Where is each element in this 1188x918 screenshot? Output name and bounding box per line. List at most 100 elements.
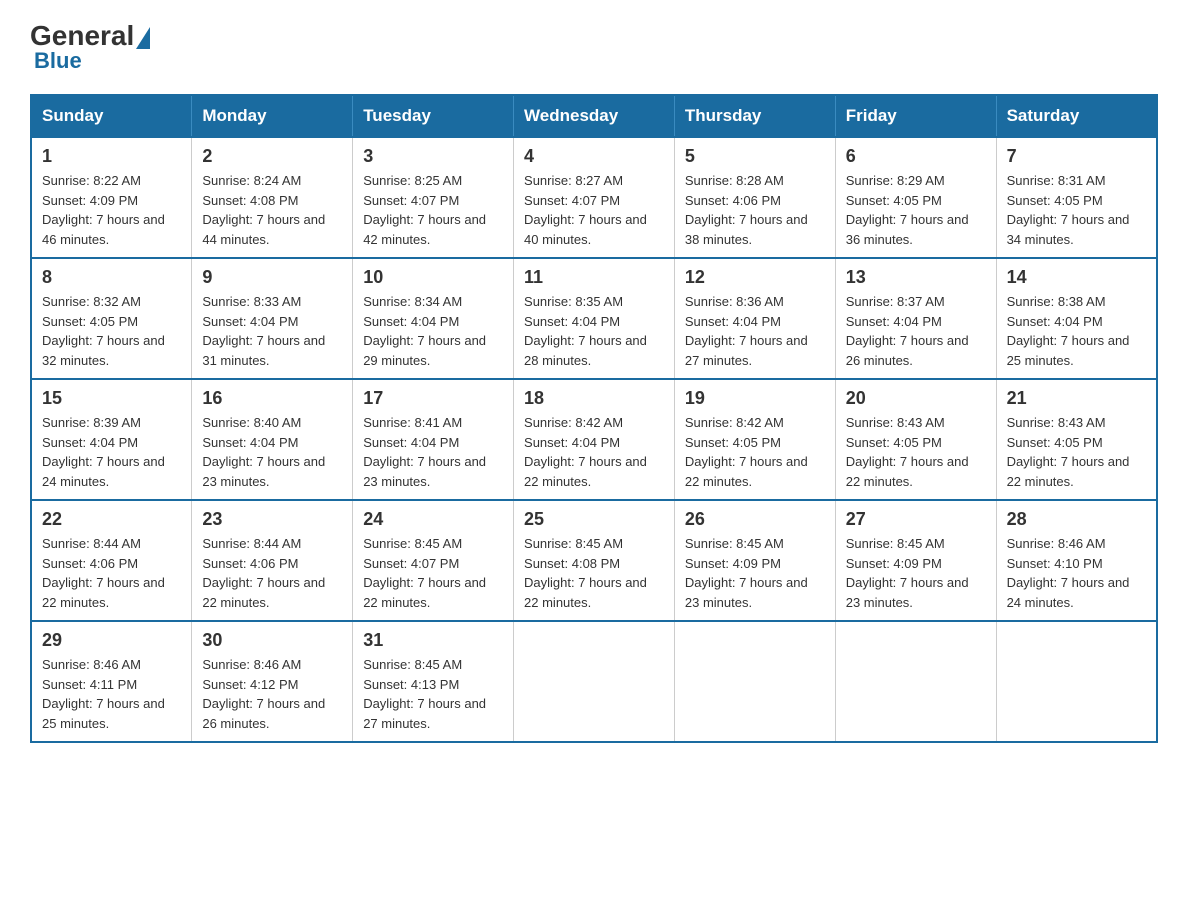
day-number: 6 — [846, 146, 986, 167]
day-info: Sunrise: 8:34 AMSunset: 4:04 PMDaylight:… — [363, 292, 503, 370]
weekday-header-row: SundayMondayTuesdayWednesdayThursdayFrid… — [31, 95, 1157, 137]
calendar-cell: 11 Sunrise: 8:35 AMSunset: 4:04 PMDayligh… — [514, 258, 675, 379]
calendar-cell: 13Sunrise: 8:37 AMSunset: 4:04 PMDayligh… — [835, 258, 996, 379]
day-info: Sunrise: 8:41 AMSunset: 4:04 PMDaylight:… — [363, 413, 503, 491]
day-number: 1 — [42, 146, 181, 167]
day-info: Sunrise: 8:45 AMSunset: 4:13 PMDaylight:… — [363, 655, 503, 733]
calendar-body: 1 Sunrise: 8:22 AMSunset: 4:09 PMDaylight… — [31, 137, 1157, 742]
calendar-cell — [674, 621, 835, 742]
calendar-cell: 6 Sunrise: 8:29 AMSunset: 4:05 PMDaylight… — [835, 137, 996, 258]
calendar-cell: 16 Sunrise: 8:40 AMSunset: 4:04 PMDayligh… — [192, 379, 353, 500]
calendar-cell: 30Sunrise: 8:46 AMSunset: 4:12 PMDayligh… — [192, 621, 353, 742]
calendar-cell: 15 Sunrise: 8:39 AMSunset: 4:04 PMDayligh… — [31, 379, 192, 500]
day-info: Sunrise: 8:28 AMSunset: 4:06 PMDaylight:… — [685, 171, 825, 249]
calendar-cell: 28 Sunrise: 8:46 AMSunset: 4:10 PMDayligh… — [996, 500, 1157, 621]
calendar-cell: 8 Sunrise: 8:32 AMSunset: 4:05 PMDaylight… — [31, 258, 192, 379]
day-info: Sunrise: 8:25 AMSunset: 4:07 PMDaylight:… — [363, 171, 503, 249]
day-info: Sunrise: 8:42 AMSunset: 4:04 PMDaylight:… — [524, 413, 664, 491]
day-number: 30 — [202, 630, 342, 651]
day-number: 2 — [202, 146, 342, 167]
logo-blue-text: Blue — [34, 48, 82, 74]
day-number: 8 — [42, 267, 181, 288]
weekday-header-friday: Friday — [835, 95, 996, 137]
day-info: Sunrise: 8:33 AMSunset: 4:04 PMDaylight:… — [202, 292, 342, 370]
day-info: Sunrise: 8:42 AMSunset: 4:05 PMDaylight:… — [685, 413, 825, 491]
calendar-cell: 14 Sunrise: 8:38 AMSunset: 4:04 PMDayligh… — [996, 258, 1157, 379]
day-number: 29 — [42, 630, 181, 651]
day-number: 17 — [363, 388, 503, 409]
day-number: 23 — [202, 509, 342, 530]
calendar-cell: 26Sunrise: 8:45 AMSunset: 4:09 PMDayligh… — [674, 500, 835, 621]
calendar-cell: 29 Sunrise: 8:46 AMSunset: 4:11 PMDayligh… — [31, 621, 192, 742]
day-info: Sunrise: 8:37 AMSunset: 4:04 PMDaylight:… — [846, 292, 986, 370]
day-number: 25 — [524, 509, 664, 530]
day-number: 10 — [363, 267, 503, 288]
day-number: 21 — [1007, 388, 1146, 409]
calendar-cell: 22Sunrise: 8:44 AMSunset: 4:06 PMDayligh… — [31, 500, 192, 621]
day-number: 16 — [202, 388, 342, 409]
calendar-cell: 2 Sunrise: 8:24 AMSunset: 4:08 PMDaylight… — [192, 137, 353, 258]
calendar-cell: 23Sunrise: 8:44 AMSunset: 4:06 PMDayligh… — [192, 500, 353, 621]
calendar-cell — [514, 621, 675, 742]
day-info: Sunrise: 8:40 AMSunset: 4:04 PMDaylight:… — [202, 413, 342, 491]
calendar-cell: 10 Sunrise: 8:34 AMSunset: 4:04 PMDayligh… — [353, 258, 514, 379]
weekday-header-tuesday: Tuesday — [353, 95, 514, 137]
day-number: 31 — [363, 630, 503, 651]
day-info: Sunrise: 8:39 AMSunset: 4:04 PMDaylight:… — [42, 413, 181, 491]
calendar-cell: 1 Sunrise: 8:22 AMSunset: 4:09 PMDaylight… — [31, 137, 192, 258]
calendar-table: SundayMondayTuesdayWednesdayThursdayFrid… — [30, 94, 1158, 743]
day-number: 14 — [1007, 267, 1146, 288]
day-info: Sunrise: 8:36 AMSunset: 4:04 PMDaylight:… — [685, 292, 825, 370]
weekday-header-wednesday: Wednesday — [514, 95, 675, 137]
calendar-cell: 9 Sunrise: 8:33 AMSunset: 4:04 PMDaylight… — [192, 258, 353, 379]
calendar-cell: 20Sunrise: 8:43 AMSunset: 4:05 PMDayligh… — [835, 379, 996, 500]
day-number: 4 — [524, 146, 664, 167]
day-number: 22 — [42, 509, 181, 530]
day-number: 9 — [202, 267, 342, 288]
day-info: Sunrise: 8:45 AMSunset: 4:07 PMDaylight:… — [363, 534, 503, 612]
weekday-header-monday: Monday — [192, 95, 353, 137]
calendar-cell: 19 Sunrise: 8:42 AMSunset: 4:05 PMDayligh… — [674, 379, 835, 500]
day-number: 19 — [685, 388, 825, 409]
day-info: Sunrise: 8:24 AMSunset: 4:08 PMDaylight:… — [202, 171, 342, 249]
day-number: 24 — [363, 509, 503, 530]
day-info: Sunrise: 8:45 AMSunset: 4:09 PMDaylight:… — [846, 534, 986, 612]
day-info: Sunrise: 8:29 AMSunset: 4:05 PMDaylight:… — [846, 171, 986, 249]
day-number: 12 — [685, 267, 825, 288]
calendar-cell: 18 Sunrise: 8:42 AMSunset: 4:04 PMDayligh… — [514, 379, 675, 500]
day-number: 28 — [1007, 509, 1146, 530]
calendar-cell: 17 Sunrise: 8:41 AMSunset: 4:04 PMDayligh… — [353, 379, 514, 500]
calendar-cell: 27Sunrise: 8:45 AMSunset: 4:09 PMDayligh… — [835, 500, 996, 621]
calendar-cell: 4Sunrise: 8:27 AMSunset: 4:07 PMDaylight… — [514, 137, 675, 258]
calendar-cell: 12 Sunrise: 8:36 AMSunset: 4:04 PMDayligh… — [674, 258, 835, 379]
day-info: Sunrise: 8:43 AMSunset: 4:05 PMDaylight:… — [1007, 413, 1146, 491]
day-info: Sunrise: 8:22 AMSunset: 4:09 PMDaylight:… — [42, 171, 181, 249]
day-info: Sunrise: 8:46 AMSunset: 4:11 PMDaylight:… — [42, 655, 181, 733]
calendar-week-5: 29 Sunrise: 8:46 AMSunset: 4:11 PMDayligh… — [31, 621, 1157, 742]
day-number: 3 — [363, 146, 503, 167]
day-number: 15 — [42, 388, 181, 409]
weekday-header-thursday: Thursday — [674, 95, 835, 137]
calendar-header: SundayMondayTuesdayWednesdayThursdayFrid… — [31, 95, 1157, 137]
day-number: 5 — [685, 146, 825, 167]
day-info: Sunrise: 8:35 AMSunset: 4:04 PMDaylight:… — [524, 292, 664, 370]
day-number: 18 — [524, 388, 664, 409]
calendar-week-3: 15 Sunrise: 8:39 AMSunset: 4:04 PMDayligh… — [31, 379, 1157, 500]
weekday-header-sunday: Sunday — [31, 95, 192, 137]
day-number: 26 — [685, 509, 825, 530]
calendar-cell: 21 Sunrise: 8:43 AMSunset: 4:05 PMDayligh… — [996, 379, 1157, 500]
page-header: General Blue — [30, 20, 1158, 74]
day-number: 11 — [524, 267, 664, 288]
day-info: Sunrise: 8:32 AMSunset: 4:05 PMDaylight:… — [42, 292, 181, 370]
calendar-cell: 5 Sunrise: 8:28 AMSunset: 4:06 PMDaylight… — [674, 137, 835, 258]
day-info: Sunrise: 8:46 AMSunset: 4:10 PMDaylight:… — [1007, 534, 1146, 612]
logo-triangle-icon — [136, 27, 150, 49]
day-number: 7 — [1007, 146, 1146, 167]
calendar-week-4: 22Sunrise: 8:44 AMSunset: 4:06 PMDayligh… — [31, 500, 1157, 621]
day-number: 20 — [846, 388, 986, 409]
calendar-cell — [996, 621, 1157, 742]
weekday-header-saturday: Saturday — [996, 95, 1157, 137]
day-info: Sunrise: 8:38 AMSunset: 4:04 PMDaylight:… — [1007, 292, 1146, 370]
calendar-cell — [835, 621, 996, 742]
calendar-week-1: 1 Sunrise: 8:22 AMSunset: 4:09 PMDaylight… — [31, 137, 1157, 258]
